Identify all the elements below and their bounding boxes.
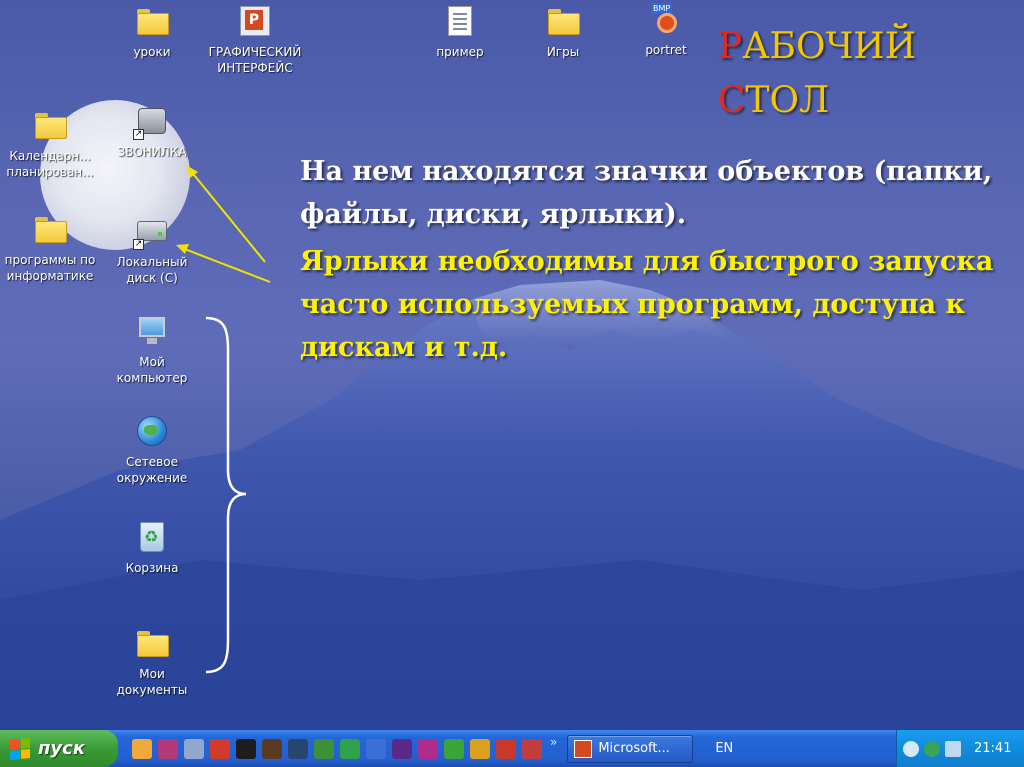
clock: 21:41 [974,741,1012,756]
quick-launch-icon[interactable] [470,738,490,759]
quick-launch-icon[interactable] [340,738,360,759]
quick-launch-icon[interactable] [210,738,230,759]
desktop-icon-uroki[interactable]: уроки [102,4,202,60]
computer-icon [137,317,167,345]
title-line-1: РАБОЧИЙ [718,26,917,67]
taskbar-window-label: Microsoft... [598,741,670,756]
shortcut-arrow-icon: ↗ [133,129,144,140]
windows-logo-icon [10,737,30,760]
shortcut-arrow-icon: ↗ [133,239,144,250]
quick-launch-icon[interactable] [496,738,516,759]
icon-label: Мои документы [116,667,188,697]
desktop-icon-my-computer[interactable]: Мой компьютер [102,314,202,386]
quick-launch-overflow-chevron-icon[interactable]: » [550,735,557,749]
quick-launch-icon[interactable] [288,738,308,759]
system-tray: 21:41 [896,730,1024,767]
desktop-icon-portret[interactable]: BMP portret [616,2,716,58]
desktop-icon-graficheskiy-interfeys[interactable]: ГРАФИЧЕСКИЙ ИНТЕРФЕЙС [205,4,305,76]
quick-launch-icon[interactable] [158,738,178,759]
quick-launch-icon[interactable] [314,738,334,759]
title-line-2: СТОЛ [718,80,830,121]
desktop-icon-zvonilka[interactable]: ↗ ЗВОНИЛКА [102,104,202,160]
quick-launch-icon[interactable] [236,738,256,759]
bmp-image-icon: BMP [651,3,681,35]
taskbar-window-button[interactable]: Microsoft... [567,734,694,763]
curly-brace [205,316,247,674]
folder-icon [137,631,169,657]
icon-label: Сетевое окружение [116,455,188,485]
slide-title: РАБОЧИЙ СТОЛ [718,20,916,128]
quick-launch [132,738,542,759]
icon-label: программы по информатике [4,253,96,283]
folder-icon [548,9,580,35]
description-shortcuts: Ярлыки необходимы для быстрого запуска ч… [300,246,994,363]
icon-label: уроки [133,45,171,59]
quick-launch-icon[interactable] [132,738,152,759]
taskbar: пуск » Microsoft... EN 21:41 [0,730,1024,767]
folder-icon [35,217,67,243]
desktop-icon-calendar[interactable]: Календарн... планирован... [0,108,100,180]
slide-description: На нем находятся значки объектов (папки,… [300,150,1020,369]
tray-icon[interactable] [945,740,961,757]
quick-launch-icon[interactable] [392,738,412,759]
powerpoint-app-icon [574,739,593,758]
icon-label: Мой компьютер [116,355,188,385]
icon-label: portret [645,43,687,57]
icon-label: пример [436,45,484,59]
quick-launch-icon[interactable] [522,738,542,759]
recycle-bin-icon [140,522,164,552]
desktop-icon-recycle-bin[interactable]: Корзина [102,520,202,576]
folder-icon [35,113,67,139]
powerpoint-file-icon [240,6,270,36]
tray-expand-icon[interactable] [903,740,919,757]
language-indicator[interactable]: EN [715,741,733,756]
folder-icon [137,9,169,35]
quick-launch-icon[interactable] [262,738,282,759]
start-label: пуск [38,738,86,759]
quick-launch-icon[interactable] [366,738,386,759]
hard-drive-icon [137,221,167,241]
start-button[interactable]: пуск [0,730,118,767]
description-objects: На нем находятся значки объектов (папки,… [300,156,993,230]
desktop-icon-programmy[interactable]: программы по информатике [0,212,100,284]
icon-label: ЗВОНИЛКА [117,145,187,159]
network-globe-icon [137,416,167,446]
desktop-icon-primer[interactable]: пример [410,4,510,60]
desktop-icon-my-documents[interactable]: Мои документы [102,626,202,698]
icon-label: Локальный диск (C) [116,255,188,285]
icon-label: Корзина [125,561,179,575]
quick-launch-icon[interactable] [184,738,204,759]
quick-launch-icon[interactable] [418,738,438,759]
icon-label: Календарн... планирован... [6,149,94,179]
quick-launch-icon[interactable] [444,738,464,759]
tray-icon[interactable] [924,740,940,757]
desktop-icon-network[interactable]: Сетевое окружение [102,414,202,486]
document-icon [448,6,472,36]
icon-label: Игры [546,45,580,59]
desktop-icon-igry[interactable]: Игры [513,4,613,60]
icon-label: ГРАФИЧЕСКИЙ ИНТЕРФЕЙС [208,45,302,75]
desktop-icon-local-disk[interactable]: ↗ Локальный диск (C) [102,214,202,286]
